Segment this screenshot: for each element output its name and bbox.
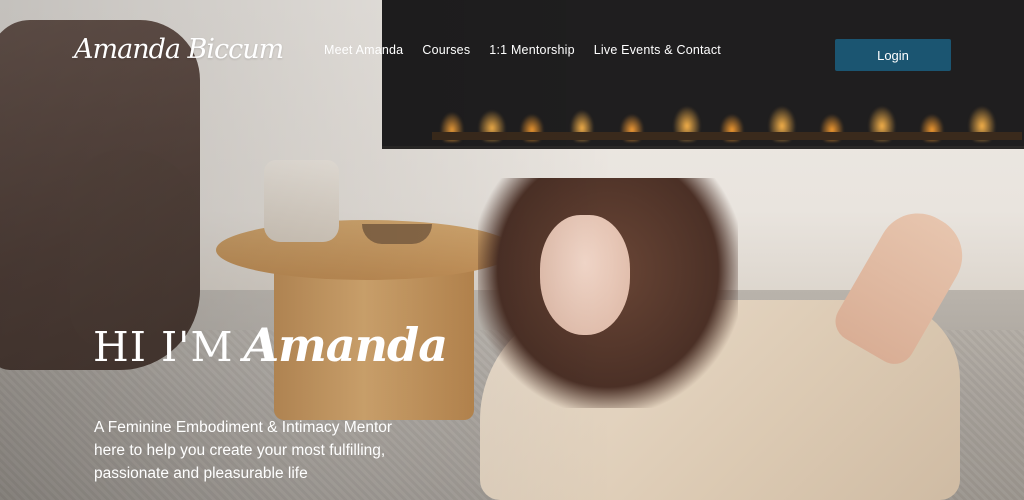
hero-greeting: HI I'M	[93, 323, 234, 371]
hero-title: HI I'M Amanda	[93, 318, 448, 372]
site-header: Amanda Biccum Meet Amanda Courses 1:1 Me…	[0, 0, 1024, 100]
nav-mentorship[interactable]: 1:1 Mentorship	[489, 43, 574, 57]
nav-courses[interactable]: Courses	[422, 43, 470, 57]
hero-subtitle-line: here to help you create your most fulfil…	[94, 442, 386, 459]
login-button[interactable]: Login	[835, 39, 951, 71]
hero-subtitle: A Feminine Embodiment & Intimacy Mentor …	[94, 416, 434, 485]
nav-live-events-contact[interactable]: Live Events & Contact	[594, 43, 721, 57]
site-logo[interactable]: Amanda Biccum	[74, 34, 284, 65]
main-nav: Meet Amanda Courses 1:1 Mentorship Live …	[324, 43, 721, 57]
hero-name: Amanda	[243, 318, 448, 372]
hero-subtitle-line: passionate and pleasurable life	[94, 465, 308, 482]
nav-meet-amanda[interactable]: Meet Amanda	[324, 43, 403, 57]
hero-subtitle-line: A Feminine Embodiment & Intimacy Mentor	[94, 419, 393, 436]
